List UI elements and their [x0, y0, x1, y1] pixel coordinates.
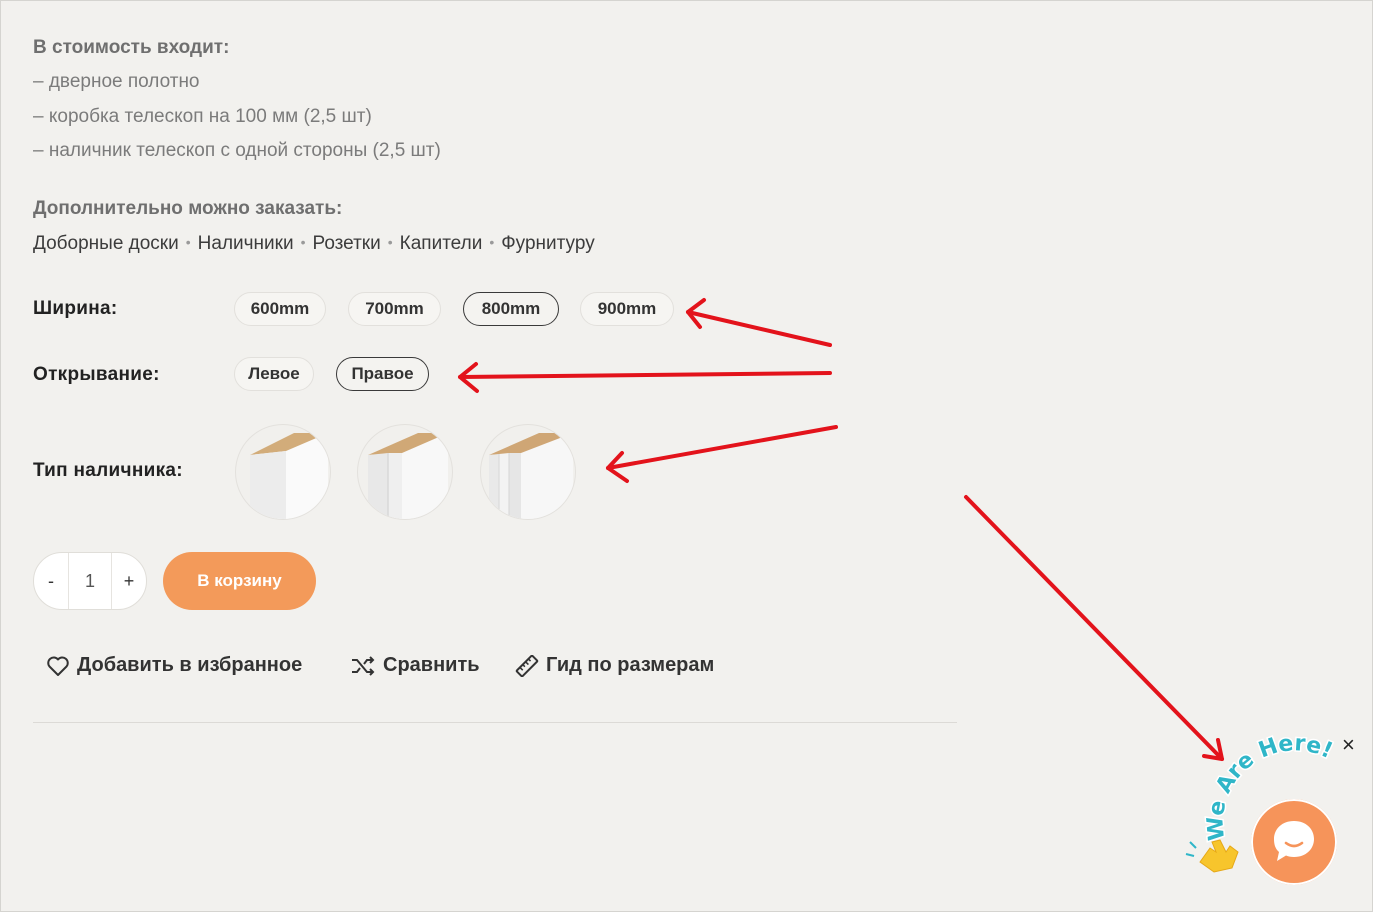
separator: •	[387, 234, 393, 250]
extra-link-nalichniki[interactable]: Наличники	[198, 233, 294, 254]
width-option-700[interactable]: 700mm	[348, 292, 441, 326]
ruler-icon	[515, 654, 539, 677]
width-option-900[interactable]: 900mm	[580, 292, 674, 326]
trim-type-label: Тип наличника:	[33, 460, 183, 481]
extra-link-rozetki[interactable]: Розетки	[312, 233, 380, 254]
separator: •	[185, 234, 191, 250]
included-section: В стоимость входит: – дверное полотно – …	[33, 30, 441, 169]
opening-label: Открывание:	[33, 364, 160, 385]
waving-hand-icon	[1185, 839, 1239, 873]
quantity-increase-button[interactable]: +	[112, 571, 146, 592]
opening-option-left[interactable]: Левое	[234, 357, 314, 391]
compare-link[interactable]: Сравнить	[350, 654, 480, 677]
included-item: – коробка телескоп на 100 мм (2,5 шт)	[33, 105, 372, 127]
width-label: Ширина:	[33, 298, 118, 319]
opening-option-right[interactable]: Правое	[336, 357, 429, 391]
size-guide-label: Гид по размерам	[546, 654, 715, 676]
heart-icon	[47, 656, 69, 676]
included-item: – наличник телескоп с одной стороны (2,5…	[33, 140, 441, 161]
trim-type-grooved-swatch[interactable]	[357, 424, 453, 520]
annotation-arrow-trim	[606, 425, 838, 470]
quantity-decrease-button[interactable]: -	[34, 571, 68, 592]
extra-links: Доборные доски • Наличники • Розетки • Капител…	[33, 233, 595, 255]
add-to-wishlist-link[interactable]: Добавить в избранное	[46, 654, 302, 677]
annotation-arrow-opening	[458, 371, 832, 379]
add-to-cart-button[interactable]: В корзину	[163, 552, 316, 610]
trim-grooved-image	[368, 433, 448, 519]
shuffle-icon	[352, 655, 375, 676]
extra-link-doborные[interactable]: Доборные доски	[33, 233, 179, 254]
quantity-stepper: - 1 +	[33, 552, 147, 610]
trim-flat-image	[250, 433, 328, 519]
trim-type-flat-swatch[interactable]	[235, 424, 331, 520]
chat-launcher-button[interactable]	[1251, 799, 1337, 885]
compare-label: Сравнить	[383, 654, 480, 676]
separator: •	[300, 234, 306, 250]
wishlist-label: Добавить в избранное	[77, 654, 303, 676]
section-divider	[33, 722, 957, 723]
size-guide-link[interactable]: Гид по размерам	[515, 654, 714, 677]
extra-heading: Дополнительно можно заказать:	[33, 198, 343, 219]
annotation-arrow-width	[686, 310, 832, 347]
width-option-600[interactable]: 600mm	[234, 292, 326, 326]
trim-type-ribbed-swatch[interactable]	[480, 424, 576, 520]
width-option-800[interactable]: 800mm	[463, 292, 559, 326]
separator: •	[489, 234, 495, 250]
annotation-arrow-chat	[964, 495, 1224, 761]
included-item: – дверное полотно	[33, 71, 200, 92]
trim-ribbed-image	[489, 433, 573, 519]
quantity-input[interactable]: 1	[68, 553, 112, 609]
extra-link-furnitura[interactable]: Фурнитуру	[501, 233, 594, 254]
chat-close-icon[interactable]: ×	[1342, 734, 1355, 756]
extra-link-kapiteli[interactable]: Капители	[400, 233, 483, 254]
included-heading: В стоимость входит:	[33, 37, 230, 58]
chat-bubble-icon	[1274, 821, 1314, 861]
